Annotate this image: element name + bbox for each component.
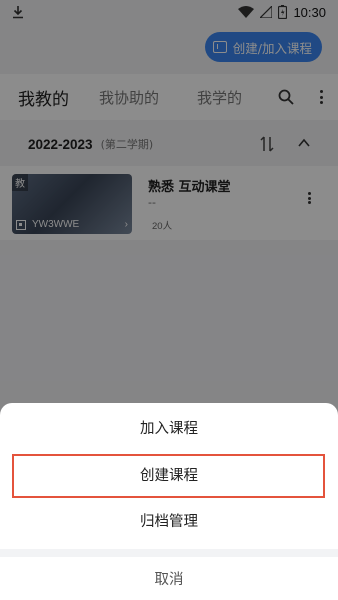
sheet-divider xyxy=(0,549,338,557)
cancel-button[interactable]: 取消 xyxy=(0,557,338,600)
archive-management-option[interactable]: 归档管理 xyxy=(0,497,338,543)
join-course-option[interactable]: 加入课程 xyxy=(0,403,338,451)
action-sheet: 加入课程 创建课程 归档管理 取消 xyxy=(0,403,338,600)
highlight-box xyxy=(12,454,325,498)
